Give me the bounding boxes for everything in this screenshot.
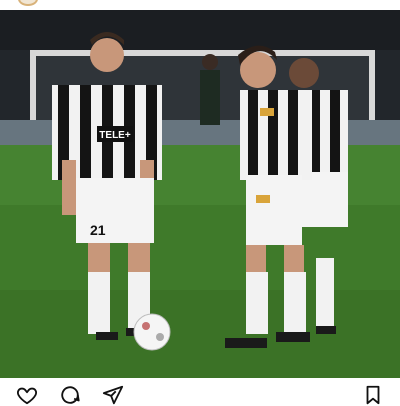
bookmark-icon[interactable] (362, 384, 384, 406)
paper-plane-icon[interactable] (102, 384, 124, 406)
heart-outline-icon[interactable] (16, 384, 38, 406)
shirt-sponsor-text: TELE+ (99, 130, 131, 141)
post-action-bar (0, 378, 400, 405)
post-photo[interactable]: TELE+ 21 (0, 10, 400, 378)
shorts-number: 21 (90, 222, 106, 238)
post-header-strip (0, 0, 400, 10)
profile-avatar-partial[interactable] (18, 0, 38, 6)
speech-bubble-icon[interactable] (59, 384, 81, 406)
football-players-photo: TELE+ 21 (0, 10, 400, 378)
